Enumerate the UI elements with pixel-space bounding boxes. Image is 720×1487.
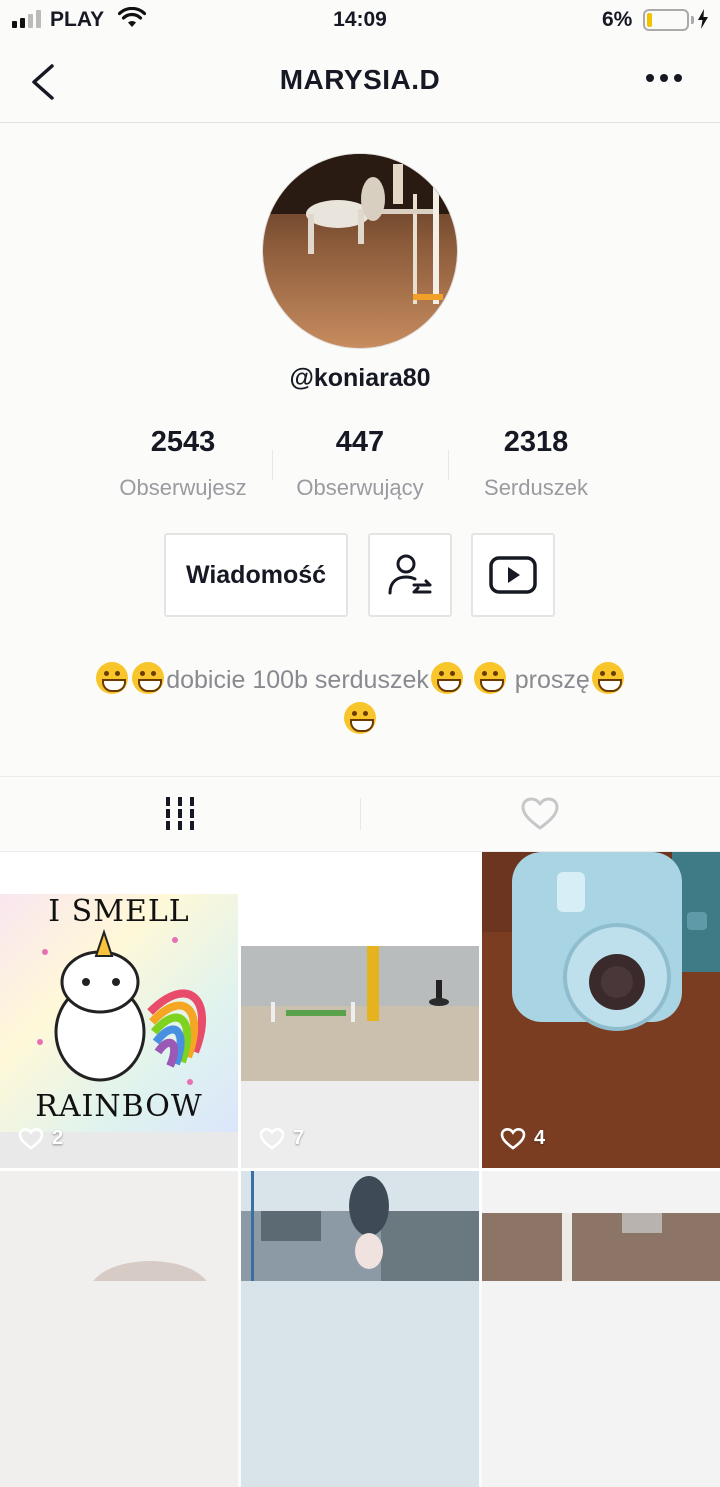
grin-emoji-icon [344, 702, 376, 734]
stat-following[interactable]: 2543 Obserwujesz [95, 426, 271, 501]
like-count-value: 7 [293, 1127, 305, 1149]
status-bar: PLAY 14:09 6% [0, 0, 720, 40]
top-nav: MARYSIA.D [0, 40, 720, 123]
tab-videos[interactable] [0, 778, 360, 850]
heart-icon [18, 1127, 44, 1150]
video-thumbnail[interactable] [241, 1171, 479, 1487]
arena-image [241, 946, 479, 1168]
bio-text: dobicie 100b serduszek [166, 666, 429, 694]
heart-icon [259, 1127, 285, 1150]
stat-label: Serduszek [484, 475, 588, 500]
username: @koniara80 [289, 364, 431, 392]
grid-icon [166, 797, 194, 830]
battery-icon [643, 9, 689, 31]
like-count: 7 [259, 1127, 304, 1150]
video-grid: I SMELL RAINBOW 2 7 4 [0, 852, 720, 1487]
battery-percent: 6% [602, 8, 633, 31]
like-count: 2 [18, 1127, 63, 1150]
camera-image [482, 852, 720, 1168]
bio-text: proszę [507, 666, 590, 694]
charging-bolt-icon [698, 9, 708, 29]
grin-emoji-icon [473, 662, 506, 694]
grin-emoji-icon [132, 662, 165, 694]
heart-icon [521, 797, 559, 830]
video-image [482, 1171, 720, 1281]
stat-label: Obserwujesz [119, 475, 247, 500]
follow-toggle-button[interactable] [368, 533, 452, 617]
user-swap-icon [388, 554, 432, 595]
stat-label: Obserwujący [296, 475, 424, 500]
divider [0, 776, 720, 777]
video-thumbnail[interactable] [482, 1171, 720, 1487]
youtube-button[interactable] [471, 533, 555, 617]
grin-emoji-icon [96, 662, 129, 694]
page-title: MARYSIA.D [279, 64, 441, 95]
video-thumbnail[interactable]: I SMELL RAINBOW 2 [0, 852, 238, 1168]
stat-value: 2318 [503, 426, 569, 458]
stat-followers[interactable]: 447 Obserwujący [272, 426, 448, 501]
more-dot [674, 74, 682, 82]
stat-hearts[interactable]: 2318 Serduszek [448, 426, 624, 501]
bio: dobicie 100b serduszek proszę [70, 660, 650, 740]
avatar-image [263, 154, 457, 348]
more-options-button[interactable] [646, 74, 682, 82]
grin-emoji-icon [591, 662, 624, 694]
grin-emoji-icon [430, 662, 463, 694]
video-image [241, 1171, 479, 1281]
stat-value: 447 [335, 426, 385, 458]
like-count-value: 2 [52, 1127, 64, 1149]
unicorn-caption-top: I SMELL [48, 894, 190, 929]
unicorn-caption-bottom: RAINBOW [35, 1089, 203, 1124]
tab-liked[interactable] [360, 778, 720, 850]
video-thumbnail[interactable] [0, 1171, 238, 1487]
avatar[interactable] [262, 153, 458, 349]
battery-nub [691, 16, 694, 24]
video-thumbnail[interactable]: 4 [482, 852, 720, 1168]
more-dot [646, 74, 654, 82]
stat-value: 2543 [150, 426, 216, 458]
video-image [0, 1171, 238, 1321]
play-box-icon [489, 556, 537, 594]
more-dot [660, 74, 668, 82]
video-thumbnail[interactable]: 7 [241, 852, 479, 1168]
message-button[interactable]: Wiadomość [164, 533, 348, 617]
heart-icon [500, 1127, 526, 1150]
like-count-value: 4 [534, 1127, 546, 1149]
battery-level [647, 13, 652, 27]
like-count: 4 [500, 1127, 545, 1150]
